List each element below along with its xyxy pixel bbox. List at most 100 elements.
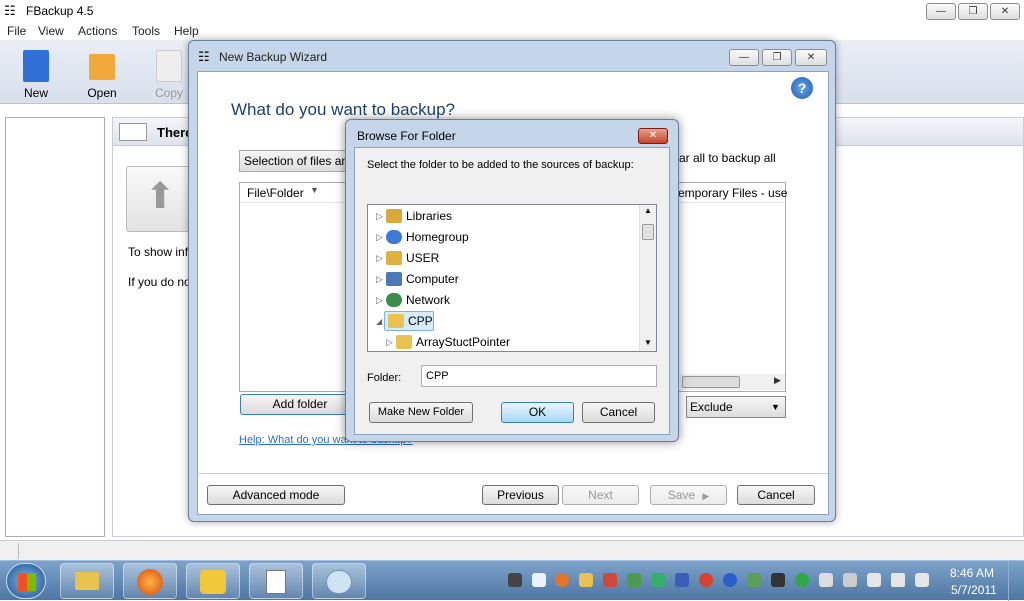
homegroup-icon (386, 230, 402, 244)
taskbar: 8:46 AM 5/7/2011 (0, 560, 1024, 601)
add-folder-label: Add folder (272, 397, 328, 411)
tree-label: Network (406, 293, 451, 307)
firefox-icon (137, 569, 163, 595)
tray-red-icon[interactable] (603, 573, 617, 587)
tray-red-circle-icon[interactable] (699, 573, 713, 587)
tray-music-icon[interactable] (771, 573, 785, 587)
expand-arrow-icon[interactable]: ▷ (376, 206, 383, 226)
tray-shield-icon[interactable] (627, 573, 641, 587)
toolbar-copy-label: Copy (154, 86, 183, 100)
folder-tree[interactable]: ▷ Libraries ▷ Homegroup ▷ USER ▷ Compute… (367, 204, 657, 352)
menu-tools[interactable]: Tools (132, 24, 160, 38)
tray-white-icon[interactable] (819, 573, 833, 587)
save-label: Save (667, 488, 696, 502)
expand-arrow-icon[interactable]: ▷ (376, 227, 383, 247)
tray-cloud-icon[interactable] (532, 573, 546, 587)
clock-time[interactable]: 8:46 AM (950, 566, 994, 580)
volume-icon[interactable] (891, 573, 905, 587)
expand-arrow-icon[interactable]: ▷ (376, 269, 383, 289)
scroll-down-arrow-icon[interactable]: ▼ (644, 338, 652, 347)
bluetooth-icon[interactable] (723, 573, 737, 587)
next-label: Next (588, 488, 613, 502)
tray-fbackup-icon[interactable] (508, 573, 522, 587)
wizard-close-button[interactable]: ✕ (795, 49, 827, 66)
add-folder-button[interactable]: Add folder (240, 394, 360, 415)
wizard-minimize-button[interactable]: — (729, 49, 759, 66)
tree-item-network[interactable]: ▷ Network (376, 290, 638, 310)
previous-button[interactable]: Previous (482, 485, 559, 505)
browse-for-folder-dialog: Browse For Folder ✕ Select the folder to… (345, 119, 679, 442)
tree-item-cpp[interactable]: ◢ CPP (376, 311, 638, 331)
battery-icon[interactable] (867, 573, 881, 587)
browse-dialog-title: Browse For Folder (357, 129, 456, 143)
tree-scrollbar-thumb[interactable] (642, 224, 654, 240)
tree-item-homegroup[interactable]: ▷ Homegroup (376, 227, 638, 247)
tray-blue-icon[interactable] (675, 573, 689, 587)
close-button[interactable]: ✕ (990, 3, 1020, 20)
action-center-flag-icon[interactable] (915, 573, 929, 587)
sort-dropdown-icon[interactable]: ▼ (310, 185, 319, 195)
show-desktop-button[interactable] (1008, 561, 1024, 601)
make-new-folder-button[interactable]: Make New Folder (369, 402, 473, 423)
menubar: File View Actions Tools Help (0, 22, 1024, 40)
upload-arrow-tile: ⬆ (126, 166, 192, 232)
tree-label: USER (406, 251, 440, 265)
menu-help[interactable]: Help (174, 24, 199, 38)
backup-list-panel[interactable] (5, 117, 105, 537)
exclude-dropdown[interactable]: Exclude ▼ (686, 396, 786, 418)
menu-actions[interactable]: Actions (78, 24, 117, 38)
tray-orange-circle-icon[interactable] (555, 573, 569, 587)
temporary-files-text: emporary Files - use (678, 186, 788, 200)
clock-date[interactable]: 5/7/2011 (951, 583, 997, 597)
horizontal-scrollbar[interactable]: ▶ (680, 374, 785, 390)
tree-item-arraystuctpointer[interactable]: ▷ ArrayStuctPointer (386, 332, 638, 351)
cpp-folder-icon (388, 314, 404, 328)
browse-instruction: Select the folder to be added to the sou… (367, 159, 634, 171)
save-arrow-icon: ▶ (702, 491, 710, 501)
browse-cancel-button[interactable]: Cancel (582, 402, 655, 423)
toolbar-new-button[interactable]: New (11, 50, 61, 100)
tray-device-icon[interactable] (843, 573, 857, 587)
scroll-right-arrow-icon[interactable]: ▶ (774, 375, 781, 386)
wizard-cancel-button[interactable]: Cancel (737, 485, 815, 505)
toolbar-open-button[interactable]: Open (77, 50, 127, 100)
menu-view[interactable]: View (38, 24, 64, 38)
advanced-mode-button[interactable]: Advanced mode (207, 485, 345, 505)
ok-button[interactable]: OK (501, 402, 574, 423)
expand-arrow-icon[interactable]: ▷ (386, 332, 393, 351)
save-button[interactable]: Save ▶ (650, 485, 727, 505)
taskbar-fbackup-button[interactable] (249, 563, 303, 599)
column-header-file-folder[interactable]: File\Folder (247, 186, 304, 200)
taskbar-bird-app-button[interactable] (186, 563, 240, 599)
start-button[interactable] (6, 563, 46, 599)
menu-file[interactable]: File (7, 24, 26, 38)
backup-selection-dropdown[interactable]: Selection of files an (239, 150, 351, 172)
taskbar-explorer-button[interactable] (60, 563, 114, 599)
scrollbar-thumb[interactable] (682, 376, 740, 388)
taskbar-firefox-button[interactable] (123, 563, 177, 599)
help-question-icon[interactable]: ? (791, 77, 813, 99)
browse-cancel-label: Cancel (599, 405, 638, 419)
tray-network-icon[interactable] (651, 573, 665, 587)
tree-item-user[interactable]: ▷ USER (376, 248, 638, 268)
next-button[interactable]: Next (562, 485, 639, 505)
maximize-button[interactable]: ❐ (958, 3, 988, 20)
toolbar-copy-button[interactable]: Copy (144, 50, 194, 100)
new-document-icon (23, 50, 49, 82)
folder-input[interactable] (421, 365, 657, 387)
scroll-up-arrow-icon[interactable]: ▲ (644, 206, 652, 215)
tray-envelope-icon[interactable] (579, 573, 593, 587)
tree-item-computer[interactable]: ▷ Computer (376, 269, 638, 289)
collapse-arrow-icon[interactable]: ◢ (376, 312, 382, 332)
tree-item-libraries[interactable]: ▷ Libraries (376, 206, 638, 226)
make-new-folder-label: Make New Folder (377, 406, 465, 418)
taskbar-paint-button[interactable] (312, 563, 366, 599)
minimize-button[interactable]: — (926, 3, 956, 20)
tree-vertical-scrollbar[interactable]: ▲ ▼ (639, 205, 656, 351)
expand-arrow-icon[interactable]: ▷ (376, 248, 383, 268)
wizard-maximize-button[interactable]: ❐ (762, 49, 792, 66)
expand-arrow-icon[interactable]: ▷ (376, 290, 383, 310)
tray-green-circle-icon[interactable] (795, 573, 809, 587)
browse-close-button[interactable]: ✕ (638, 128, 668, 144)
tray-green-icon[interactable] (747, 573, 761, 587)
